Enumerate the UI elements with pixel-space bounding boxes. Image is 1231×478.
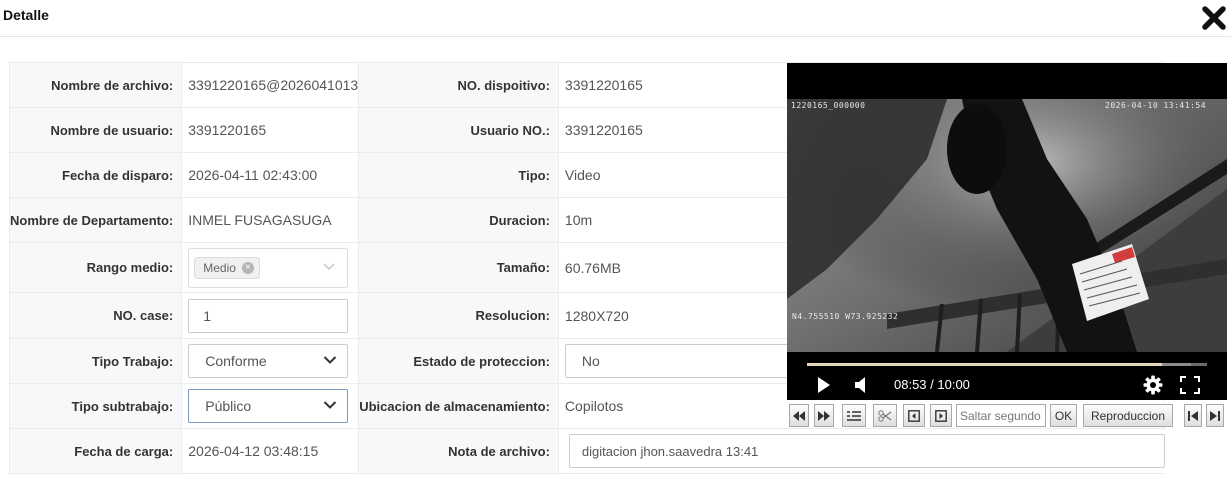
skip-start-icon[interactable] bbox=[1184, 404, 1202, 427]
label-usuario-no: Usuario NO.: bbox=[358, 107, 559, 153]
estado-proteccion-value: No bbox=[581, 353, 600, 369]
time-display: 08:53 / 10:00 bbox=[894, 377, 970, 392]
label-duracion: Duracion: bbox=[358, 197, 559, 243]
tipo-subtrabajo-cell: Público bbox=[181, 383, 360, 429]
detail-row: Fecha de carga: 2026-04-12 03:48:15 Nota… bbox=[8, 428, 1165, 474]
label-departamento: Nombre de Departamento: bbox=[8, 197, 183, 243]
label-rango-medio: Rango medio: bbox=[8, 242, 183, 293]
label-nota-archivo: Nota de archivo: bbox=[358, 428, 559, 474]
prev-frame-icon[interactable] bbox=[903, 404, 925, 427]
osd-gps: N4.755510 W73.925232 bbox=[792, 312, 899, 321]
osd-timestamp: 2026-04-10 13:41:54 bbox=[1105, 101, 1207, 110]
scissors-icon[interactable] bbox=[873, 404, 897, 427]
value-departamento: INMEL FUSAGASUGA bbox=[181, 197, 360, 243]
rango-medio-tag: Medio × bbox=[194, 256, 260, 279]
fast-forward-icon[interactable] bbox=[814, 404, 834, 427]
volume-icon[interactable] bbox=[853, 377, 867, 393]
nota-archivo-cell: digitacion jhon.saavedra 13:41 bbox=[557, 428, 1165, 474]
seek-seconds-input[interactable]: Saltar segundo bbox=[956, 404, 1046, 427]
close-icon[interactable] bbox=[1201, 5, 1227, 31]
tipo-trabajo-value: Conforme bbox=[205, 353, 267, 369]
chevron-down-icon bbox=[323, 401, 337, 409]
tipo-subtrabajo-value: Público bbox=[205, 398, 252, 414]
label-no-case: NO. case: bbox=[8, 292, 183, 339]
rango-medio-select[interactable]: Medio × bbox=[188, 247, 349, 288]
skip-end-icon[interactable] bbox=[1206, 404, 1224, 427]
next-frame-icon[interactable] bbox=[930, 404, 952, 427]
playback-toolbar: Saltar segundo OK Reproduccion bbox=[787, 404, 1227, 428]
list-icon[interactable] bbox=[842, 404, 866, 427]
nota-archivo-input[interactable]: digitacion jhon.saavedra 13:41 bbox=[568, 434, 1165, 468]
ok-button[interactable]: OK bbox=[1050, 404, 1077, 427]
label-fecha-disparo: Fecha de disparo: bbox=[8, 152, 183, 198]
playback-button[interactable]: Reproduccion bbox=[1083, 404, 1173, 427]
label-ubicacion: Ubicacion de almacenamiento: bbox=[358, 383, 559, 429]
osd-device-id: 1220165_000000 bbox=[791, 101, 866, 110]
rango-medio-cell: Medio × bbox=[181, 242, 360, 293]
label-no-dispositivo: NO. dispoitivo: bbox=[358, 62, 559, 108]
no-case-input[interactable]: 1 bbox=[188, 298, 349, 333]
label-fecha-carga: Fecha de carga: bbox=[8, 428, 183, 474]
dialog-title: Detalle bbox=[3, 7, 49, 23]
tipo-trabajo-cell: Conforme bbox=[181, 338, 360, 384]
label-estado-proteccion: Estado de proteccion: bbox=[358, 338, 559, 384]
value-fecha-disparo: 2026-04-11 02:43:00 bbox=[181, 152, 360, 198]
chevron-down-icon bbox=[323, 356, 337, 364]
chevron-down-icon bbox=[323, 263, 335, 270]
rewind-icon[interactable] bbox=[789, 404, 809, 427]
value-nombre-archivo: 3391220165@2026041013 bbox=[181, 62, 360, 108]
label-tipo: Tipo: bbox=[358, 152, 559, 198]
progress-fill bbox=[807, 363, 1163, 366]
no-case-cell: 1 bbox=[181, 292, 360, 339]
label-nombre-usuario: Nombre de usuario: bbox=[8, 107, 183, 153]
tipo-trabajo-select[interactable]: Conforme bbox=[188, 344, 349, 378]
remove-tag-icon[interactable]: × bbox=[241, 261, 254, 274]
label-tipo-trabajo: Tipo Trabajo: bbox=[8, 338, 183, 384]
rango-medio-tag-label: Medio bbox=[203, 260, 236, 275]
label-nombre-archivo: Nombre de archivo: bbox=[8, 62, 183, 108]
label-resolucion: Resolucion: bbox=[358, 292, 559, 339]
progress-bar[interactable] bbox=[807, 363, 1207, 366]
value-fecha-carga: 2026-04-12 03:48:15 bbox=[181, 428, 360, 474]
value-nombre-usuario: 3391220165 bbox=[181, 107, 360, 153]
play-icon[interactable] bbox=[817, 377, 831, 393]
fullscreen-icon[interactable] bbox=[1180, 376, 1200, 394]
video-player[interactable]: 1220165_000000 2026-04-10 13:41:54 N4.75… bbox=[787, 63, 1227, 400]
tipo-subtrabajo-select[interactable]: Público bbox=[188, 389, 349, 423]
label-tamano: Tamaño: bbox=[358, 242, 559, 293]
dialog-header: Detalle bbox=[0, 0, 1231, 37]
gear-icon[interactable] bbox=[1143, 375, 1163, 395]
label-tipo-subtrabajo: Tipo subtrabajo: bbox=[8, 383, 183, 429]
